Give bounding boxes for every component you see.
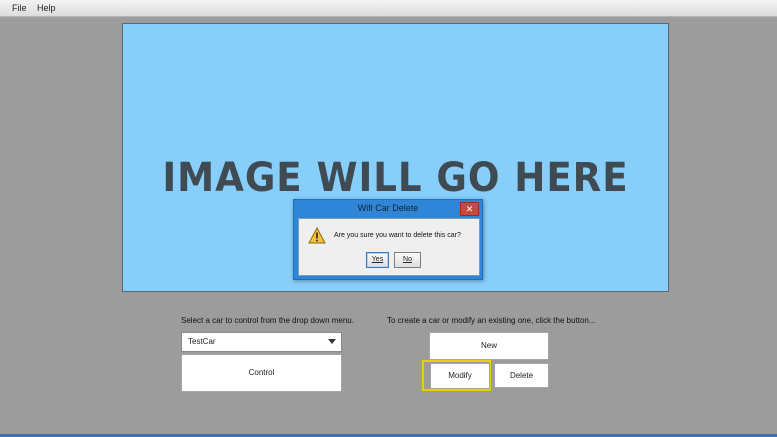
modify-button-label: Modify [448, 371, 472, 380]
delete-button-label: Delete [509, 371, 534, 380]
edit-caption: To create a car or modify an existing on… [387, 316, 596, 325]
no-button[interactable]: No [394, 252, 421, 268]
control-caption: Select a car to control from the drop do… [181, 316, 354, 325]
menu-file[interactable]: File [12, 3, 27, 13]
new-button-label: New [480, 341, 497, 350]
dialog-body: Are you sure you want to delete this car… [298, 218, 480, 276]
control-button[interactable]: Control [181, 354, 342, 392]
no-button-label: No [403, 256, 412, 263]
delete-button[interactable]: Delete [494, 363, 549, 388]
modify-button[interactable]: Modify [430, 363, 490, 389]
delete-confirm-dialog: Wifi Car Delete ✕ Are you sure you want … [293, 199, 483, 280]
new-button[interactable]: New [429, 332, 549, 360]
menu-bar: File Help [0, 0, 777, 17]
image-placeholder-text: IMAGE WILL GO HERE [162, 155, 629, 201]
dialog-message: Are you sure you want to delete this car… [334, 232, 461, 239]
control-button-label: Control [248, 368, 275, 377]
dialog-title: Wifi Car Delete [357, 203, 419, 213]
dialog-close-button[interactable]: ✕ [460, 202, 479, 216]
yes-button[interactable]: Yes [366, 252, 389, 268]
selected-car-value: TestCar [188, 337, 216, 346]
car-select-dropdown[interactable]: TestCar [181, 332, 342, 352]
menu-help[interactable]: Help [37, 3, 56, 13]
warning-icon [308, 227, 326, 244]
chevron-down-icon[interactable] [328, 339, 336, 344]
yes-button-label: Yes [371, 256, 384, 263]
